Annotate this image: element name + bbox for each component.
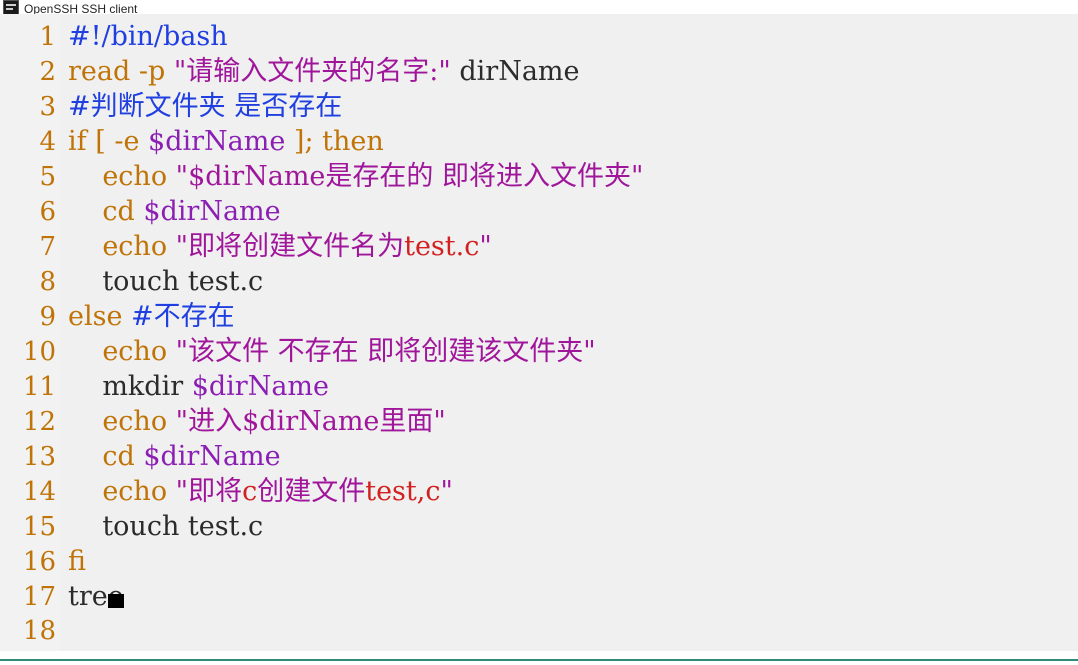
code-token: echo: [68, 336, 176, 367]
code-token: fi: [68, 546, 87, 577]
code-token: echo: [68, 406, 176, 437]
code-line[interactable]: 3 #判断文件夹 是否存在: [0, 89, 1078, 124]
line-content[interactable]: fi: [56, 544, 86, 579]
line-number: 9: [39, 302, 56, 332]
code-line[interactable]: 15 touch test.c: [0, 509, 1078, 544]
line-number: 13: [22, 442, 56, 472]
line-content[interactable]: #判断文件夹 是否存在: [56, 89, 342, 124]
code-token: echo: [68, 161, 176, 192]
code-line[interactable]: 13 cd $dirName: [0, 439, 1078, 474]
code-token: if [ -e: [68, 126, 149, 157]
line-content[interactable]: mkdir $dirName: [56, 369, 329, 404]
line-number: 15: [22, 512, 56, 542]
code-line[interactable]: 5 echo "$dirName是存在的 即将进入文件夹": [0, 159, 1078, 194]
line-number: 16: [22, 547, 56, 577]
code-line[interactable]: 8 touch test.c: [0, 264, 1078, 299]
code-token: test,c: [365, 476, 441, 507]
line-number: 3: [39, 92, 56, 122]
code-line[interactable]: 17 tree: [0, 579, 1078, 614]
code-token: test.c: [404, 231, 480, 262]
code-token: "$dirName是存在的 即将进入文件夹": [175, 161, 644, 192]
line-content[interactable]: read -p "请输入文件夹的名字:" dirName: [56, 54, 580, 89]
code-token: $dirName: [191, 371, 330, 402]
line-content[interactable]: tree: [56, 579, 124, 614]
code-token: "即将创建文件名为: [175, 231, 405, 262]
line-content[interactable]: else #不存在: [56, 299, 235, 334]
terminal-icon: [3, 0, 19, 14]
text-cursor: [107, 594, 124, 608]
code-line[interactable]: 7 echo "即将创建文件名为test.c": [0, 229, 1078, 264]
code-line[interactable]: 18: [0, 614, 1078, 649]
code-line[interactable]: 14 echo "即将c创建文件test,c": [0, 474, 1078, 509]
vim-editor-pane[interactable]: 1 #!/bin/bash 2 read -p "请输入文件夹的名字:" dirNam…: [0, 14, 1078, 651]
code-line[interactable]: 11 mkdir $dirName: [0, 369, 1078, 404]
line-content[interactable]: echo "即将创建文件名为test.c": [56, 229, 492, 264]
code-line[interactable]: 6 cd $dirName: [0, 194, 1078, 229]
code-token: $dirName: [148, 126, 286, 157]
code-token: "请输入文件夹的名字:": [173, 56, 451, 87]
line-number: 6: [39, 197, 56, 227]
code-token: "该文件 不存在 即将创建该文件夹": [175, 336, 596, 367]
code-token: #!/bin/bash: [68, 21, 228, 52]
code-token: echo: [68, 476, 176, 507]
line-content[interactable]: echo "$dirName是存在的 即将进入文件夹": [56, 159, 643, 194]
code-line[interactable]: 16 fi: [0, 544, 1078, 579]
code-line[interactable]: 9 else #不存在: [0, 299, 1078, 334]
line-content[interactable]: echo "进入$dirName里面": [56, 404, 446, 439]
code-line[interactable]: 12 echo "进入$dirName里面": [0, 404, 1078, 439]
line-content[interactable]: echo "即将c创建文件test,c": [56, 474, 453, 509]
code-token: cd: [68, 441, 144, 472]
code-token: ]; then: [285, 126, 384, 157]
line-number: 14: [22, 477, 56, 507]
code-line[interactable]: 10 echo "该文件 不存在 即将创建该文件夹": [0, 334, 1078, 369]
code-token: #判断文件夹 是否存在: [68, 91, 343, 122]
code-line[interactable]: 1 #!/bin/bash: [0, 19, 1078, 54]
line-content[interactable]: touch test.c: [56, 509, 263, 544]
code-token: cd: [68, 196, 144, 227]
line-number: 11: [22, 372, 56, 402]
code-token: ": [440, 476, 453, 507]
line-number: 7: [39, 232, 56, 262]
line-content[interactable]: touch test.c: [56, 264, 263, 299]
code-token: "即将: [175, 476, 243, 507]
code-token: 创建文件: [257, 476, 366, 507]
code-token: c: [242, 476, 258, 507]
line-content[interactable]: cd $dirName: [56, 439, 281, 474]
code-token: ": [479, 231, 492, 262]
code-line[interactable]: 4 if [ -e $dirName ]; then: [0, 124, 1078, 159]
line-content[interactable]: #!/bin/bash: [56, 19, 228, 54]
code-token: echo: [68, 231, 176, 262]
code-token: dirName: [450, 56, 580, 87]
line-number: 4: [39, 127, 56, 157]
code-area[interactable]: 1 #!/bin/bash 2 read -p "请输入文件夹的名字:" dirNam…: [0, 19, 1078, 649]
code-token: #不存在: [131, 301, 235, 332]
code-token: touch test.c: [68, 511, 264, 542]
code-token: $dirName: [143, 441, 281, 472]
line-content[interactable]: if [ -e $dirName ]; then: [56, 124, 384, 159]
line-number: 17: [22, 582, 56, 612]
line-number: 12: [22, 407, 56, 437]
line-number: 18: [22, 616, 56, 646]
code-token: read -p: [68, 56, 174, 87]
status-divider: [0, 659, 1078, 661]
code-token: $dirName: [143, 196, 281, 227]
line-number: 2: [39, 57, 56, 87]
line-content[interactable]: echo "该文件 不存在 即将创建该文件夹": [56, 334, 596, 369]
code-token: mkdir: [68, 371, 192, 402]
code-token: touch test.c: [68, 266, 264, 297]
code-token: "进入$dirName里面": [175, 406, 446, 437]
code-line[interactable]: 2 read -p "请输入文件夹的名字:" dirName: [0, 54, 1078, 89]
code-token: else: [68, 301, 132, 332]
window-title: OpenSSH SSH client: [24, 2, 138, 14]
line-number: 10: [22, 337, 56, 367]
line-number: 8: [39, 267, 56, 297]
line-content[interactable]: cd $dirName: [56, 194, 281, 229]
window-title-bar[interactable]: OpenSSH SSH client: [0, 0, 1078, 14]
line-number: 5: [39, 162, 56, 192]
line-number: 1: [39, 22, 56, 52]
